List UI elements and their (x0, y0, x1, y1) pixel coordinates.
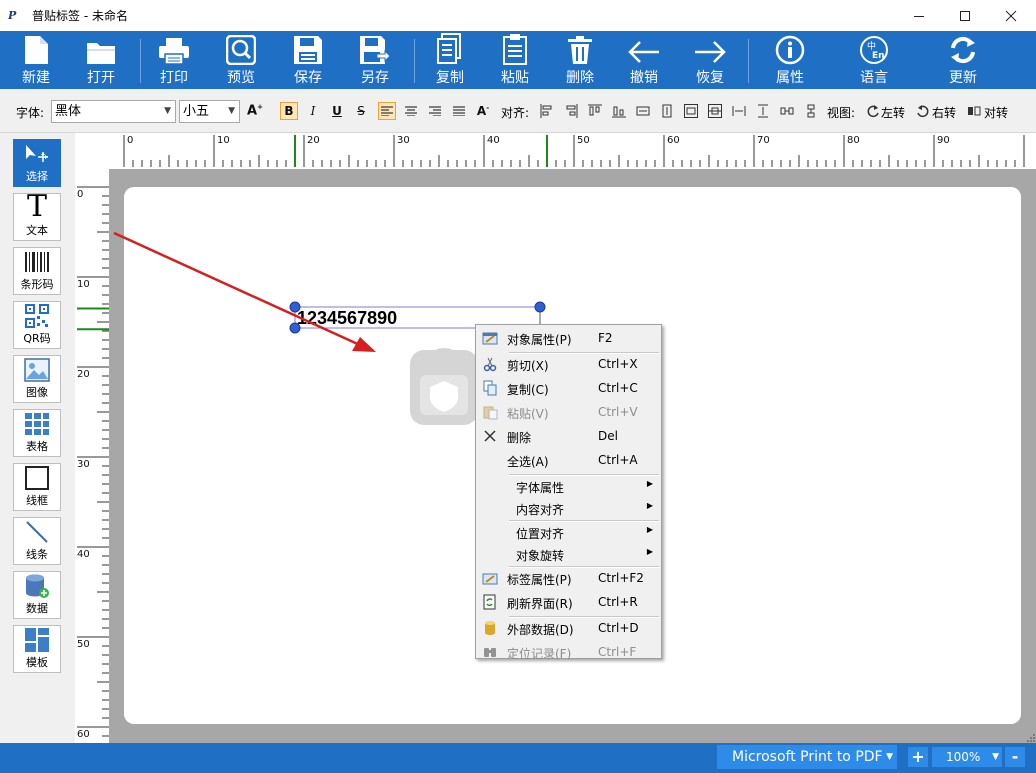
menu-item-shortcut: F2 (598, 331, 613, 345)
zoom-out-button[interactable]: - (1005, 747, 1025, 767)
binoculars-icon (482, 644, 498, 660)
label-properties-icon (482, 570, 498, 586)
zoom-value: 100% (946, 750, 981, 764)
submenu-arrow-icon: ▶ (646, 479, 653, 488)
menu-item-label: 删除 (507, 431, 532, 445)
database-icon (482, 620, 498, 636)
menu-item-label: 全选(A) (507, 455, 549, 469)
zoom-in-button[interactable]: + (908, 747, 928, 767)
menu-item-14[interactable]: 标签属性(P) Ctrl+F2 (476, 567, 661, 589)
menu-item-0[interactable]: 对象属性(P) F2 (476, 327, 661, 349)
menu-item-8[interactable]: 字体属性 ▶ (476, 475, 661, 497)
menu-item-shortcut: Ctrl+F2 (598, 571, 644, 585)
handle-bottom-left[interactable] (289, 322, 301, 334)
handle-top-left[interactable] (289, 301, 301, 313)
menu-item-9[interactable]: 内容对齐 ▶ (476, 497, 661, 519)
menu-item-label: 位置对齐 (516, 527, 565, 541)
menu-item-12[interactable]: 对象旋转 ▶ (476, 543, 661, 565)
menu-item-4[interactable]: 粘贴(V) Ctrl+V (476, 401, 661, 423)
handle-top-right[interactable] (534, 301, 546, 313)
menu-item-label: 外部数据(D) (507, 623, 574, 637)
menu-item-shortcut: Ctrl+F (598, 645, 637, 659)
chevron-down-icon: ▼ (992, 752, 999, 762)
context-menu: 对象属性(P) F2 剪切(X) Ctrl+X 复制(C) Ctrl+C 粘贴(V) Ctrl… (475, 324, 662, 661)
menu-item-label: 定位记录(F) (507, 647, 572, 661)
menu-item-label: 对象属性(P) (507, 333, 572, 347)
menu-item-shortcut: Ctrl+V (598, 405, 638, 419)
submenu-arrow-icon: ▶ (646, 501, 653, 510)
menu-item-label: 剪切(X) (507, 359, 549, 373)
menu-item-label: 标签属性(P) (507, 573, 572, 587)
menu-item-label: 粘贴(V) (507, 407, 549, 421)
copy-icon (482, 380, 498, 396)
menu-item-shortcut: Ctrl+R (598, 595, 638, 609)
printer-select-value: Microsoft Print to PDF (732, 749, 883, 765)
properties-icon (482, 330, 498, 346)
printer-select[interactable]: Microsoft Print to PDF ▼ (717, 745, 897, 769)
menu-item-shortcut: Ctrl+C (598, 381, 638, 395)
paste-icon (482, 404, 498, 420)
scissors-icon (482, 356, 498, 372)
close-icon (482, 428, 498, 444)
menu-item-label: 复制(C) (507, 383, 549, 397)
menu-item-11[interactable]: 位置对齐 ▶ (476, 521, 661, 543)
menu-item-15[interactable]: 刷新界面(R) Ctrl+R (476, 591, 661, 613)
menu-item-3[interactable]: 复制(C) Ctrl+C (476, 377, 661, 399)
menu-item-shortcut: Ctrl+A (598, 453, 638, 467)
menu-item-label: 字体属性 (516, 481, 565, 495)
menu-item-label: 对象旋转 (516, 549, 565, 563)
menu-item-5[interactable]: 删除 Del (476, 425, 661, 447)
menu-item-shortcut: Ctrl+D (598, 621, 639, 635)
submenu-arrow-icon: ▶ (646, 547, 653, 556)
menu-item-17[interactable]: 外部数据(D) Ctrl+D (476, 617, 661, 639)
chevron-down-icon: ▼ (886, 752, 893, 762)
menu-item-label: 内容对齐 (516, 503, 565, 517)
menu-item-shortcut: Ctrl+X (598, 357, 638, 371)
refresh-icon (482, 594, 498, 610)
menu-item-6[interactable]: 全选(A) Ctrl+A (476, 449, 661, 471)
zoom-select[interactable]: 100% ▼ (932, 747, 1002, 767)
menu-item-2[interactable]: 剪切(X) Ctrl+X (476, 353, 661, 375)
submenu-arrow-icon: ▶ (646, 525, 653, 534)
menu-item-18[interactable]: 定位记录(F) Ctrl+F (476, 641, 661, 663)
menu-item-label: 刷新界面(R) (507, 597, 573, 611)
menu-item-shortcut: Del (598, 429, 618, 443)
